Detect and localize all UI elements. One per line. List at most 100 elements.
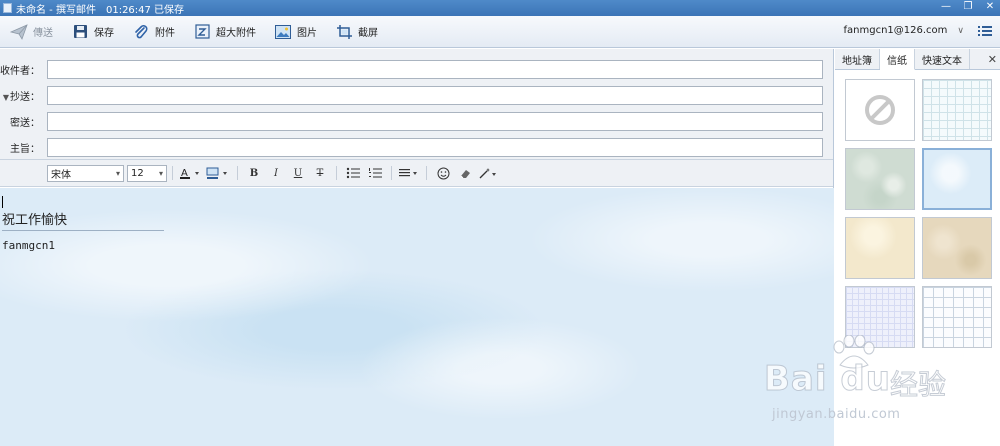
- save-button[interactable]: 保存: [65, 20, 120, 44]
- divider: [237, 166, 238, 180]
- emoji-button[interactable]: [434, 165, 452, 182]
- to-label: 收件者：: [0, 65, 40, 77]
- font-family-value: 宋体: [51, 169, 71, 181]
- align-button[interactable]: [399, 165, 419, 182]
- stationery-grid: [845, 79, 992, 348]
- close-button[interactable]: ✕: [984, 1, 996, 13]
- collapse-triangle-icon: ▼: [2, 92, 9, 102]
- numbered-list-icon: [369, 168, 382, 178]
- message-editor[interactable]: 祝工作愉快 fanmgcn1: [0, 188, 834, 446]
- screenshot-button[interactable]: 截屏: [329, 20, 384, 44]
- cc-row: ▼抄送：: [0, 82, 833, 108]
- stationery-beige-stone[interactable]: [922, 217, 992, 279]
- cc-label: 抄送：: [10, 91, 40, 103]
- window-controls: — ❐ ✕: [940, 1, 996, 13]
- image-icon: [274, 23, 292, 41]
- send-button[interactable]: 傳送: [4, 20, 59, 44]
- header-fields: 收件者： ▼抄送： 密送： 主旨：: [0, 49, 833, 160]
- bcc-row: 密送：: [0, 108, 833, 134]
- list-menu-icon[interactable]: [978, 25, 992, 37]
- dropdown-arrow-icon: ▾: [115, 168, 120, 178]
- font-family-select[interactable]: 宋体 ▾: [47, 164, 124, 182]
- baidu-watermark: Bai du 经验 jingyan.baidu.com: [758, 335, 978, 435]
- underline-button[interactable]: U: [289, 165, 307, 182]
- format-toolbar: 宋体 ▾ 12 ▾ A B I U T: [0, 160, 833, 187]
- big-attachment-icon: [193, 23, 211, 41]
- screenshot-label: 截屏: [358, 28, 378, 39]
- title-bar: 未命名 - 撰写邮件 01:26:47 已保存 — ❐ ✕: [0, 0, 1000, 16]
- stationery-none[interactable]: [845, 79, 915, 141]
- divider: [172, 166, 173, 180]
- numbered-list-button[interactable]: [366, 165, 384, 182]
- send-label: 傳送: [33, 28, 53, 39]
- font-color-icon: A: [180, 168, 199, 179]
- subject-input[interactable]: [47, 137, 823, 157]
- bullet-list-icon: [346, 167, 360, 179]
- save-status: 01:26:47 已保存: [105, 4, 185, 16]
- divider: [426, 166, 427, 180]
- align-icon: [399, 169, 417, 177]
- attach-label: 附件: [155, 28, 175, 39]
- no-stationery-icon: [865, 95, 895, 125]
- signature-name: fanmgcn1: [2, 239, 55, 252]
- bcc-label: 密送：: [10, 117, 40, 129]
- to-row: 收件者：: [0, 56, 833, 82]
- clear-format-button[interactable]: [456, 165, 474, 182]
- account-email: fanmgcn1@126.com: [843, 25, 948, 36]
- cc-input[interactable]: [47, 85, 823, 105]
- strikethrough-button[interactable]: T: [311, 165, 329, 182]
- stationery-cream[interactable]: [845, 217, 915, 279]
- font-size-select[interactable]: 12 ▾: [127, 164, 167, 182]
- chevron-down-icon: ∨: [957, 25, 964, 36]
- main-toolbar: 傳送 保存 附件 超大附件 图片 截屏 fanmgcn1@126.com ∨: [0, 16, 1000, 48]
- image-button[interactable]: 图片: [268, 20, 323, 44]
- smiley-icon: [437, 167, 449, 179]
- send-icon: [10, 23, 28, 41]
- bullet-list-button[interactable]: [344, 165, 362, 182]
- image-label: 图片: [297, 28, 317, 39]
- subject-label: 主旨：: [10, 143, 40, 155]
- paperclip-icon: [132, 23, 150, 41]
- divider: [391, 166, 392, 180]
- watermark-logo: Bai du: [764, 359, 891, 400]
- tab-address-book[interactable]: 地址簿: [835, 49, 880, 69]
- app-icon: [3, 3, 12, 13]
- close-icon[interactable]: ✕: [988, 53, 997, 66]
- font-size-value: 12: [131, 167, 144, 179]
- stationery-ice-blue[interactable]: [922, 148, 992, 210]
- stationery-light-grid[interactable]: [922, 79, 992, 141]
- signature-divider: [2, 230, 164, 231]
- highlight-color-icon: [206, 167, 227, 179]
- subject-row: 主旨：: [0, 134, 833, 160]
- font-color-button[interactable]: A: [180, 165, 202, 182]
- account-selector[interactable]: fanmgcn1@126.com ∨: [844, 25, 965, 36]
- tab-quick-text[interactable]: 快速文本: [915, 49, 970, 69]
- big-attach-label: 超大附件: [216, 28, 256, 39]
- compose-area: 收件者： ▼抄送： 密送： 主旨： 宋体 ▾ 12 ▾ A B I U T 祝工…: [0, 49, 834, 446]
- bcc-input[interactable]: [47, 111, 823, 131]
- dropdown-arrow-icon: ▾: [158, 168, 163, 178]
- save-label: 保存: [94, 28, 114, 39]
- big-attach-button[interactable]: 超大附件: [187, 20, 262, 44]
- to-input[interactable]: [47, 59, 823, 79]
- tab-stationery[interactable]: 信纸: [880, 49, 915, 70]
- magic-wand-button[interactable]: [478, 165, 498, 182]
- side-tabs: 地址簿 信纸 快速文本 ✕: [835, 49, 1000, 70]
- window-title: 未命名 - 撰写邮件: [16, 4, 96, 16]
- divider: [336, 166, 337, 180]
- watermark-url: jingyan.baidu.com: [772, 407, 901, 422]
- cc-label-wrap[interactable]: ▼抄送：: [0, 88, 46, 103]
- magic-wand-icon: [479, 167, 496, 178]
- minimize-button[interactable]: —: [940, 1, 952, 13]
- bold-button[interactable]: B: [245, 165, 263, 182]
- stationery-green-marble[interactable]: [845, 148, 915, 210]
- italic-button[interactable]: I: [267, 165, 285, 182]
- restore-button[interactable]: ❐: [962, 1, 974, 13]
- attach-button[interactable]: 附件: [126, 20, 181, 44]
- signature-greeting: 祝工作愉快: [2, 213, 68, 228]
- background-color-button[interactable]: [206, 165, 230, 182]
- crop-screenshot-icon: [335, 23, 353, 41]
- eraser-icon: [460, 169, 470, 178]
- text-caret: [2, 196, 3, 208]
- floppy-disk-icon: [71, 23, 89, 41]
